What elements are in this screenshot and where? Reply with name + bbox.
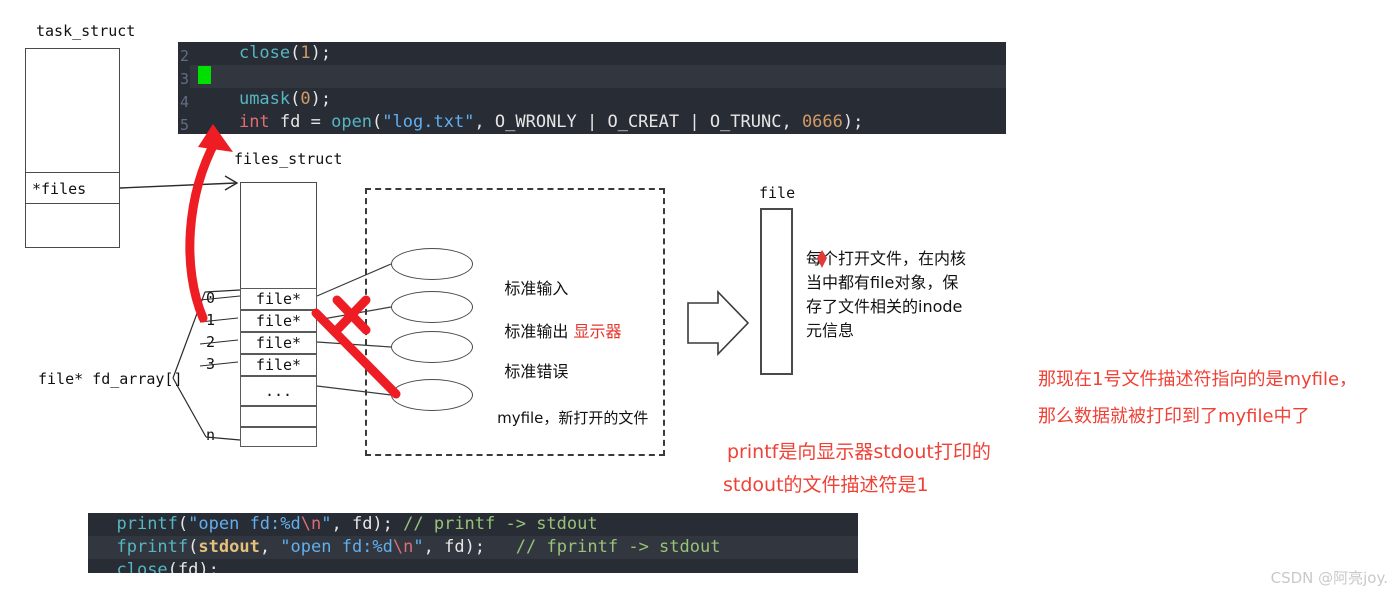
code-token: "open fd:%d <box>188 514 301 534</box>
task-struct-title: task_struct <box>36 22 136 40</box>
label-myfile: myfile，新打开的文件 <box>478 384 648 453</box>
code-line: int fd = open("log.txt", O_WRONLY | O_CR… <box>178 111 1006 134</box>
code-token: // printf -> stdout <box>403 514 598 534</box>
code-token: , fd); <box>423 537 516 557</box>
note-mid-line2: stdout的文件描述符是1 <box>723 474 929 496</box>
label-stdout-device: 显示器 <box>573 322 622 341</box>
note-right-line1: 那现在1号文件描述符指向的是myfile， <box>1038 369 1358 390</box>
label-stdin-text: 标准输入 <box>504 279 569 298</box>
note-mid-line1: printf是向显示器stdout打印的 <box>727 441 991 463</box>
file-title: file <box>759 184 796 202</box>
code-token: open <box>331 112 373 132</box>
code-token: // fprintf -> stdout <box>515 537 721 557</box>
code-token: stdout <box>198 537 260 557</box>
task-struct-files-label: *files <box>32 180 87 198</box>
code-token: ( <box>177 514 189 534</box>
code-token: , fd); <box>331 514 404 534</box>
code-token: \n <box>392 537 414 557</box>
code-token: printf <box>116 514 178 534</box>
code-token: " <box>413 537 424 557</box>
code-line-number: 2 <box>179 47 189 65</box>
code-token: fd = <box>269 112 332 132</box>
code-token: "log.txt" <box>382 112 475 132</box>
text-cursor <box>198 66 211 84</box>
code-line: printf("open fd:%d\n", fd); // printf ->… <box>88 513 858 536</box>
ellipse-stdout <box>391 291 473 323</box>
files-pointer-line <box>119 175 239 191</box>
code-line-number: 3 <box>179 70 189 88</box>
fd-index-n: n <box>206 426 216 444</box>
code-token: close <box>116 560 168 573</box>
code-token: umask <box>238 89 291 109</box>
fd-cell-3: file* <box>240 354 317 376</box>
code-token: , <box>259 537 281 557</box>
code-token: \n <box>300 514 322 534</box>
label-myfile-text: myfile，新打开的文件 <box>497 409 649 427</box>
ellipse-stdin <box>391 248 473 280</box>
flow-arrow-icon <box>687 290 750 356</box>
ellipse-myfile <box>391 379 473 411</box>
files-struct-title: files_struct <box>234 150 343 168</box>
code-token: ( <box>188 537 199 557</box>
code-token: 0666 <box>801 112 843 132</box>
ellipse-stderr <box>391 331 473 363</box>
fd-index-2: 2 <box>206 333 216 351</box>
red-x-mark <box>332 295 371 335</box>
code-line <box>178 65 1006 88</box>
code-token: ); <box>310 43 332 63</box>
code-line: close(1); <box>178 42 1006 65</box>
code-token: ( <box>372 112 383 132</box>
code-token: close <box>238 43 291 63</box>
code-token: (fd); <box>167 560 219 573</box>
fd-cell-1: file* <box>240 310 317 332</box>
fd-cell-0: file* <box>240 288 317 310</box>
label-stderr-text: 标准错误 <box>504 362 569 381</box>
fd-index-0: 0 <box>206 289 216 307</box>
code-token: ); <box>842 112 864 132</box>
code-token: 0 <box>300 89 311 109</box>
file-note: 每个打开文件，在内核 当中都有file对象，保 存了文件相关的inode 元信息 <box>806 249 967 340</box>
code-token: ( <box>290 89 301 109</box>
fd-index-1: 1 <box>206 311 216 329</box>
code-line: fprintf(stdout, "open fd:%d\n", fd); // … <box>88 536 858 559</box>
code-line: close(fd); <box>88 559 858 573</box>
code-token: ); <box>310 89 332 109</box>
code-line-number: 5 <box>179 116 189 134</box>
fd-cell-ellipsis: ... <box>240 376 317 406</box>
diagram-canvas: close(1); 2 3 umask(0); 4 int fd = open("lo… <box>0 0 1400 596</box>
code-token: 1 <box>300 43 311 63</box>
note-right-line2: 那么数据就被打印到了myfile中了 <box>1038 406 1310 427</box>
code-block-bottom: printf("open fd:%d\n", fd); // printf ->… <box>88 513 858 573</box>
code-block-top: close(1); 2 3 umask(0); 4 int fd = open("lo… <box>178 42 1006 134</box>
code-token: ( <box>290 43 301 63</box>
code-line: umask(0); <box>178 88 1006 111</box>
fd-cell-blank-1 <box>240 406 317 427</box>
code-token: "open fd:%d <box>280 537 393 557</box>
code-token: " <box>321 514 332 534</box>
fd-index-3: 3 <box>206 355 216 373</box>
code-token: , O_WRONLY | O_CREAT | O_TRUNC, <box>474 112 802 132</box>
code-token: int <box>238 112 270 132</box>
task-struct-box <box>25 48 120 248</box>
file-object-box <box>760 208 793 375</box>
fd-cell-2: file* <box>240 332 317 354</box>
fd-cell-blank-2 <box>240 427 317 447</box>
code-line-number: 4 <box>179 93 189 111</box>
fd-array-label: file* fd_array[] <box>38 370 183 388</box>
code-token: fprintf <box>116 537 189 557</box>
watermark: CSDN @阿亮joy. <box>1270 569 1388 587</box>
